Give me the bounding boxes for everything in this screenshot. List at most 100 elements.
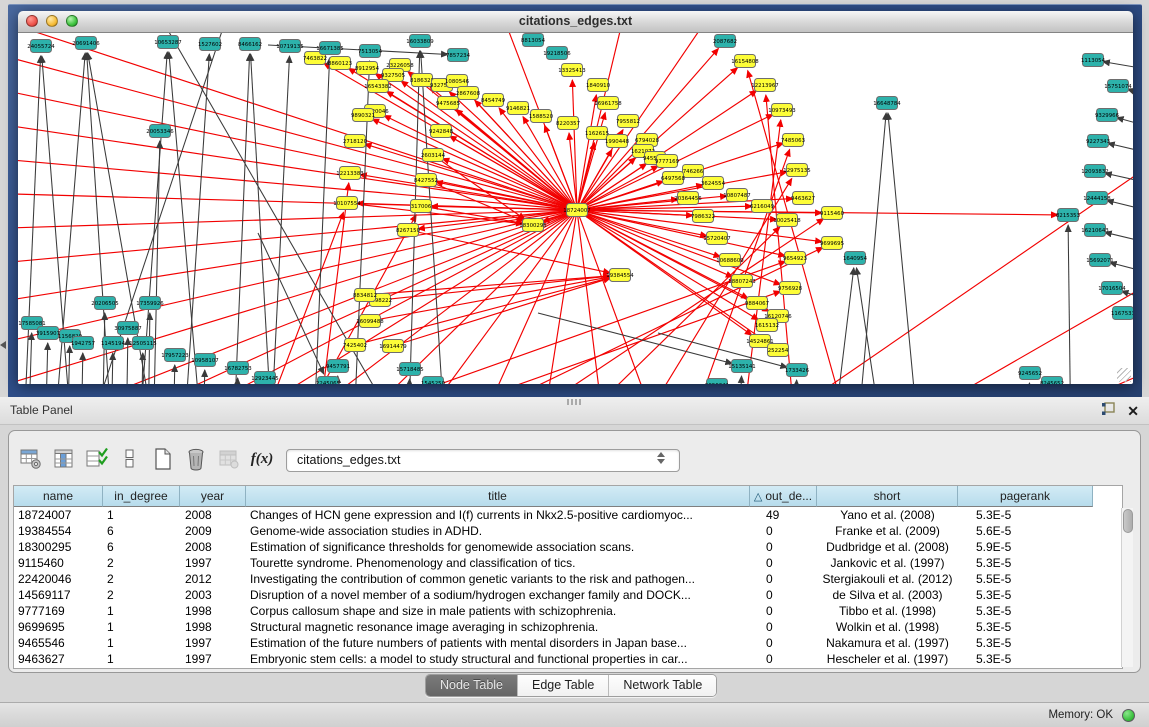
column-header-out_degree[interactable]: △out_de... [750, 486, 817, 507]
select-all-rows-icon[interactable] [82, 445, 112, 473]
graph-edge[interactable] [248, 212, 343, 384]
panel-collapse-arrow[interactable] [0, 341, 6, 349]
tab-network-table[interactable]: Network Table [609, 675, 716, 696]
cytoscape-app: citations_edges.txt 18724007746382288601… [0, 0, 1149, 727]
graph-edge[interactable] [233, 54, 250, 384]
graph-edge[interactable] [1108, 143, 1133, 155]
graph-edge[interactable] [380, 276, 610, 300]
graph-node-label: 1640954 [843, 256, 868, 262]
cell-name: 9463627 [14, 651, 103, 667]
graph-edge[interactable] [370, 277, 610, 321]
graph-node-label: 8454749 [481, 98, 506, 104]
graph-edge[interactable] [173, 365, 175, 384]
graph-edge[interactable] [1105, 173, 1133, 185]
import-table-icon[interactable] [214, 445, 244, 473]
table-settings-icon[interactable] [16, 445, 46, 473]
table-selector-dropdown[interactable]: citations_edges.txt [286, 449, 680, 472]
graph-node-label: 2245065 [316, 381, 340, 384]
graph-edge[interactable] [1107, 200, 1133, 213]
table-row[interactable]: 1938455462009Genome-wide association stu… [14, 523, 1122, 539]
graph-edge[interactable] [794, 380, 797, 384]
graph-edge[interactable] [78, 33, 228, 384]
graph-node-label: 17957223 [161, 353, 188, 359]
show-columns-icon[interactable] [49, 445, 79, 473]
graph-edge[interactable] [218, 261, 786, 384]
graph-edge[interactable] [111, 353, 113, 384]
graph-edge[interactable] [313, 58, 330, 384]
graph-edge[interactable] [407, 379, 410, 384]
column-header-name[interactable]: name [14, 486, 103, 507]
window-resize-grip[interactable] [1117, 368, 1131, 382]
table-row[interactable]: 1456911722003Disruption of a novel membe… [14, 587, 1122, 603]
column-header-short[interactable]: short [817, 486, 958, 507]
graph-edge[interactable] [280, 215, 416, 384]
graph-edge[interactable] [1103, 62, 1133, 71]
network-window-titlebar[interactable]: citations_edges.txt [18, 11, 1133, 33]
minimize-window-button[interactable] [46, 15, 58, 27]
graph-edge[interactable] [126, 338, 128, 384]
graph-edge[interactable] [830, 268, 854, 384]
graph-edge[interactable] [577, 210, 1058, 215]
graph-edge[interactable] [450, 136, 577, 210]
column-header-year[interactable]: year [180, 486, 246, 507]
graph-edge[interactable] [153, 141, 160, 384]
graph-edge[interactable] [1105, 232, 1133, 245]
table-row[interactable]: 946554611997Estimation of the future num… [14, 635, 1122, 651]
table-scrollbar-thumb[interactable] [1123, 509, 1133, 533]
cell-short: de Silva et al. (2003) [817, 587, 958, 603]
close-panel-icon[interactable]: ✕ [1127, 404, 1139, 419]
graph-edge[interactable] [468, 210, 577, 384]
float-panel-icon[interactable] [1101, 402, 1115, 421]
network-canvas[interactable]: 1872400774638228860123891295423226058932… [18, 33, 1133, 384]
graph-edge[interactable] [577, 210, 668, 384]
cell-name: 18724007 [14, 507, 103, 523]
function-builder-icon[interactable]: f(x) [247, 445, 277, 473]
cell-out_degree: 0 [750, 587, 817, 603]
maximize-window-button[interactable] [66, 15, 78, 27]
graph-edge[interactable] [538, 313, 732, 363]
graph-edge[interactable] [372, 119, 577, 210]
graph-edge[interactable] [838, 273, 1133, 384]
graph-edge[interactable] [87, 53, 113, 384]
table-row[interactable]: 2242004622012Investigating the contribut… [14, 571, 1122, 587]
table-row[interactable]: 1872400712008Changes of HCN gene express… [14, 507, 1122, 523]
table-row[interactable]: 1830029562008Estimation of significance … [14, 539, 1122, 555]
graph-edge[interactable] [1110, 263, 1133, 275]
column-header-in_degree[interactable]: in_degree [103, 486, 180, 507]
table-row[interactable]: 969969511998Structural magnetic resonanc… [14, 619, 1122, 635]
citation-network-graph[interactable]: 1872400774638228860123891295423226058932… [18, 33, 1133, 384]
graph-edge[interactable] [355, 278, 610, 345]
table-scrollbar[interactable] [1121, 508, 1133, 667]
table-row[interactable]: 911546021997Tourette syndrome. Phenomeno… [14, 555, 1122, 571]
graph-edge[interactable] [433, 155, 525, 219]
close-window-button[interactable] [26, 15, 38, 27]
tab-node-table[interactable]: Node Table [426, 675, 518, 696]
network-view-window[interactable]: citations_edges.txt 18724007746382288601… [18, 11, 1133, 383]
column-header-title[interactable]: title [246, 486, 750, 507]
graph-edge[interactable] [1026, 383, 1030, 384]
dropdown-stepper-icon [657, 452, 665, 464]
row-height-icon[interactable] [115, 445, 145, 473]
graph-edge[interactable] [1117, 118, 1133, 129]
table-row[interactable]: 946362711997Embryonic stem cells: a mode… [14, 651, 1122, 667]
graph-edge[interactable] [1068, 225, 1071, 384]
graph-edge[interactable] [888, 113, 920, 384]
graph-edge[interactable] [738, 376, 742, 384]
table-row[interactable]: 977716911998Corpus callosum shape and si… [14, 603, 1122, 619]
cell-title: Genome-wide association studies in ADHD. [246, 523, 750, 539]
delete-table-icon[interactable] [181, 445, 211, 473]
graph-edge[interactable] [393, 278, 610, 346]
graph-edge[interactable] [138, 52, 167, 384]
graph-edge[interactable] [18, 49, 577, 210]
splitter-handle[interactable] [567, 399, 581, 405]
graph-edge[interactable] [45, 343, 48, 384]
table-toolbar: f(x) [16, 444, 280, 474]
graph-edge[interactable] [856, 113, 886, 384]
graph-edge[interactable] [183, 54, 209, 384]
column-header-pagerank[interactable]: pagerank [958, 486, 1093, 507]
memory-status-label: Memory: OK [1048, 703, 1113, 727]
graph-edge[interactable] [18, 193, 577, 210]
create-table-icon[interactable] [148, 445, 178, 473]
tab-edge-table[interactable]: Edge Table [518, 675, 609, 696]
graph-edge[interactable] [81, 353, 83, 384]
